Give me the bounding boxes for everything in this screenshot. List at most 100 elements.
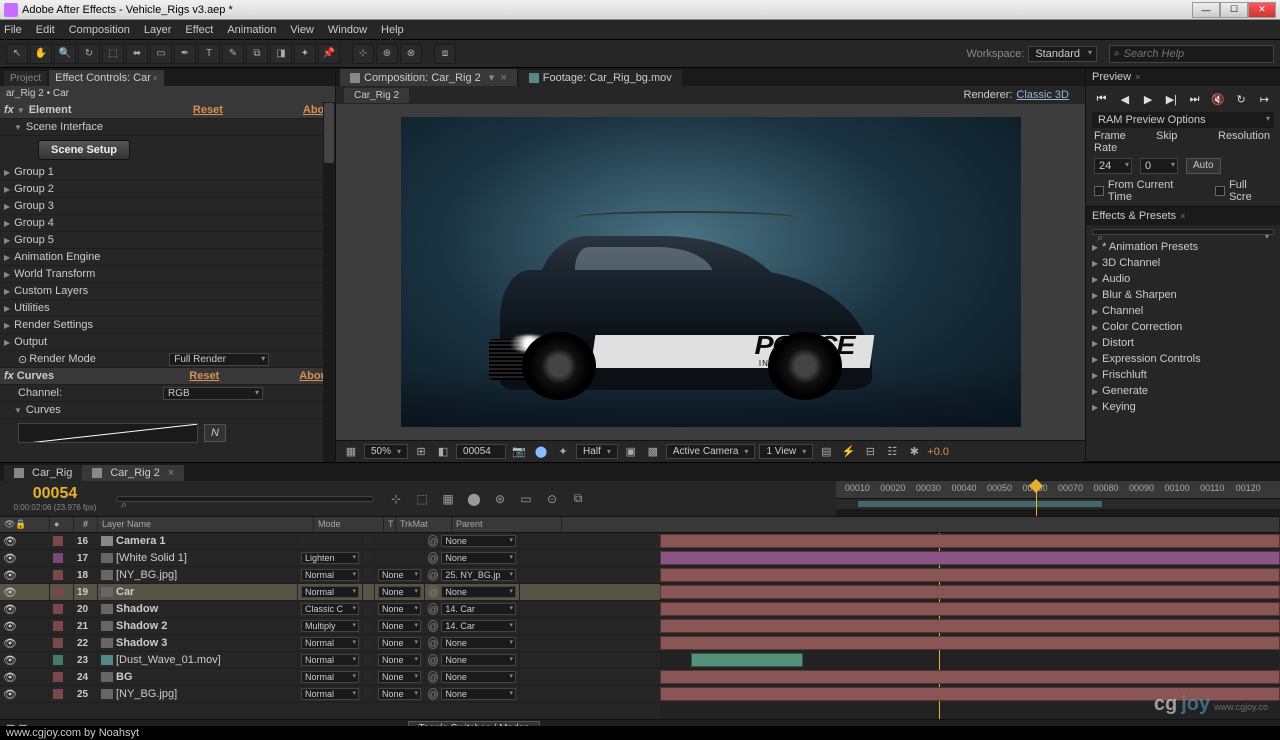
output[interactable]: Output (14, 336, 47, 348)
parent-dropdown[interactable]: None (441, 671, 516, 683)
layer-row[interactable]: 👁 19CarNormalNone@None (0, 584, 660, 601)
trkmat-dropdown[interactable]: None (378, 620, 421, 632)
preset--animation-presets[interactable]: * Animation Presets (1086, 239, 1280, 255)
mode-dropdown[interactable]: Normal (301, 569, 359, 581)
scene-setup-button[interactable]: Scene Setup (38, 140, 130, 160)
label-color[interactable] (53, 587, 63, 597)
fullscreen-checkbox[interactable] (1215, 186, 1225, 196)
menu-animation[interactable]: Animation (227, 24, 276, 36)
fx-scrollbar[interactable] (323, 102, 335, 462)
pickwhip-icon[interactable]: @ (428, 586, 438, 598)
label-color[interactable] (53, 553, 63, 563)
animation-engine[interactable]: Animation Engine (14, 251, 100, 263)
mode-dropdown[interactable]: Normal (301, 637, 359, 649)
layer-name[interactable]: Shadow (98, 601, 298, 617)
footage-tab[interactable]: Footage: Car_Rig_bg.mov (519, 70, 682, 86)
snapshot-icon[interactable]: 📷 (510, 444, 528, 460)
trkmat-dropdown[interactable]: None (378, 569, 421, 581)
layer-name[interactable]: BG (98, 669, 298, 685)
zoom-tool-icon[interactable]: 🔍 (54, 44, 76, 64)
layer-bar[interactable] (660, 568, 1280, 582)
time-ruler[interactable]: 0001000020000300004000050000600007000080… (836, 481, 1280, 516)
menu-layer[interactable]: Layer (144, 24, 172, 36)
preset-frischluft[interactable]: Frischluft (1086, 367, 1280, 383)
grid-icon[interactable]: ▦ (342, 444, 360, 460)
visibility-icon[interactable]: 👁 (3, 535, 17, 548)
layer-bar[interactable] (691, 653, 803, 667)
layer-row[interactable]: 👁 16Camera 1@None (0, 533, 660, 550)
render-mode-dropdown[interactable]: Full Render (169, 353, 269, 366)
pickwhip-icon[interactable]: @ (428, 552, 438, 564)
preset-channel[interactable]: Channel (1086, 303, 1280, 319)
from-current-checkbox[interactable] (1094, 186, 1104, 196)
mode-dropdown[interactable]: Normal (301, 654, 359, 666)
layer-bar[interactable] (660, 636, 1280, 650)
hand-tool-icon[interactable]: ✋ (30, 44, 52, 64)
comp-mini-flowchart-icon[interactable]: ⊹ (386, 490, 406, 508)
world-axis-icon[interactable]: ⊕ (376, 44, 398, 64)
utilities[interactable]: Utilities (14, 302, 49, 314)
parent-dropdown[interactable]: None (441, 535, 516, 547)
layer-bar[interactable] (660, 534, 1280, 548)
frame-blend-icon[interactable]: ▦ (438, 490, 458, 508)
timeline-tab-1[interactable]: Car_Rig (4, 465, 82, 481)
parent-dropdown[interactable]: None (441, 586, 516, 598)
exposure-value[interactable]: +0.0 (927, 446, 949, 458)
pickwhip-icon[interactable]: @ (428, 688, 438, 700)
preset-expression-controls[interactable]: Expression Controls (1086, 351, 1280, 367)
channel-icon[interactable]: ⬤ (532, 444, 550, 460)
effect-controls-tab[interactable]: Effect Controls: Car× (49, 70, 163, 86)
current-time[interactable]: 00054 (456, 444, 506, 459)
views-dropdown[interactable]: 1 View (759, 444, 813, 459)
snap-icon[interactable]: ⧈ (434, 44, 456, 64)
timeline-icon[interactable]: ⊟ (861, 444, 879, 460)
puppet-tool-icon[interactable]: 📌 (318, 44, 340, 64)
selection-tool-icon[interactable]: ↖ (6, 44, 28, 64)
layer-bar[interactable] (660, 670, 1280, 684)
skip-input[interactable]: 0 (1140, 158, 1178, 174)
mode-dropdown[interactable]: Normal (301, 671, 359, 683)
trkmat-dropdown[interactable]: None (378, 586, 421, 598)
timeline-search[interactable] (116, 496, 374, 502)
group-3[interactable]: Group 3 (14, 200, 54, 212)
layer-row[interactable]: 👁 23[Dust_Wave_01.mov]NormalNone@None (0, 652, 660, 669)
label-color[interactable] (53, 621, 63, 631)
camera-tool-icon[interactable]: ⬚ (102, 44, 124, 64)
menu-window[interactable]: Window (328, 24, 367, 36)
layer-name[interactable]: Car (98, 584, 298, 600)
layer-row[interactable]: 👁 22Shadow 3NormalNone@None (0, 635, 660, 652)
renderer-link[interactable]: Classic 3D (1016, 89, 1069, 101)
search-input[interactable] (1124, 48, 1269, 60)
pixel-aspect-icon[interactable]: ▤ (817, 444, 835, 460)
pickwhip-icon[interactable]: @ (428, 535, 438, 547)
eraser-tool-icon[interactable]: ◨ (270, 44, 292, 64)
prev-frame-icon[interactable]: ◀ (1116, 92, 1134, 106)
parent-dropdown[interactable]: None (441, 654, 516, 666)
group-4[interactable]: Group 4 (14, 217, 54, 229)
rect-tool-icon[interactable]: ▭ (150, 44, 172, 64)
timeline-tab-2[interactable]: Car_Rig 2× (82, 465, 184, 481)
group-2[interactable]: Group 2 (14, 183, 54, 195)
visibility-icon[interactable]: 👁 (3, 603, 17, 616)
label-color[interactable] (53, 689, 63, 699)
last-frame-icon[interactable]: ⏭ (1186, 92, 1204, 106)
preset-blur-sharpen[interactable]: Blur & Sharpen (1086, 287, 1280, 303)
next-frame-icon[interactable]: ▶| (1162, 92, 1180, 106)
ram-preview-icon[interactable]: ↦ (1255, 92, 1273, 106)
resolution-auto[interactable]: Auto (1186, 158, 1221, 174)
menu-file[interactable]: File (4, 24, 22, 36)
composition-tab[interactable]: Composition: Car_Rig 2▾× (340, 69, 517, 86)
label-color[interactable] (53, 604, 63, 614)
layer-name[interactable]: [NY_BG.jpg] (98, 567, 298, 583)
label-color[interactable] (53, 570, 63, 580)
menu-composition[interactable]: Composition (69, 24, 130, 36)
playhead[interactable] (1036, 481, 1037, 516)
parent-dropdown[interactable]: 14. Car (441, 620, 516, 632)
pickwhip-icon[interactable]: @ (428, 620, 438, 632)
pan-behind-tool-icon[interactable]: ⬌ (126, 44, 148, 64)
minimize-button[interactable]: — (1192, 2, 1220, 18)
layer-name[interactable]: Shadow 2 (98, 618, 298, 634)
camera-dropdown[interactable]: Active Camera (666, 444, 756, 459)
layer-name[interactable]: Shadow 3 (98, 635, 298, 651)
loop-icon[interactable]: ↻ (1232, 92, 1250, 106)
